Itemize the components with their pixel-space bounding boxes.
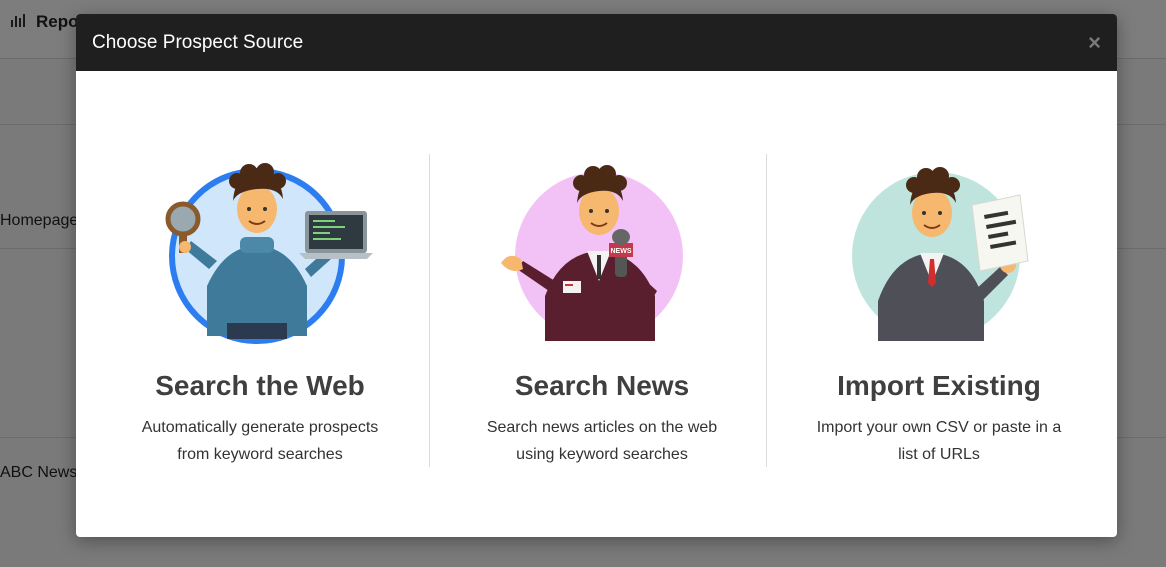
import-existing-option[interactable]: Import Existing Import your own CSV or p…	[767, 71, 1111, 537]
person-document-icon	[852, 167, 1029, 341]
close-icon[interactable]: ×	[1088, 31, 1101, 54]
option-title: Import Existing	[837, 370, 1041, 401]
source-options: Search the Web Automatically generate pr…	[76, 71, 1117, 537]
person-magnifier-laptop-icon	[165, 163, 373, 344]
option-title: Search the Web	[155, 370, 365, 401]
option-description: Import your own CSV or paste in a list o…	[816, 419, 1062, 463]
search-web-option[interactable]: Search the Web Automatically generate pr…	[88, 71, 432, 537]
modal-header: Choose Prospect Source ×	[76, 14, 1117, 71]
news-reporter-icon: NEWS	[501, 165, 683, 341]
modal-title: Choose Prospect Source	[92, 31, 304, 53]
search-news-option[interactable]: NEWS Search News Search news articles on…	[430, 71, 774, 537]
svg-text:NEWS: NEWS	[611, 248, 632, 255]
option-description: Search news articles on the web using ke…	[486, 419, 718, 463]
option-title: Search News	[514, 370, 690, 401]
option-description: Automatically generate prospects from ke…	[141, 419, 379, 463]
prospect-source-modal: Choose Prospect Source × Search the Web …	[76, 14, 1117, 537]
